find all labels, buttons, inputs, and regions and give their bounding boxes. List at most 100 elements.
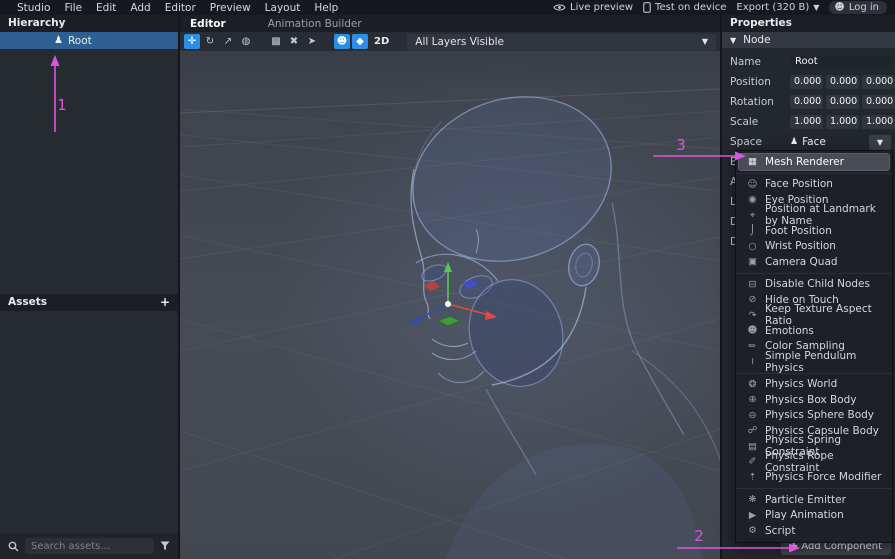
number-field[interactable]: 1.000	[790, 115, 823, 129]
person-icon: ☻	[834, 2, 845, 13]
pendulum-icon: ≀	[750, 356, 755, 368]
filter-funnel-icon[interactable]	[160, 541, 170, 551]
add-asset-button[interactable]: +	[160, 294, 170, 311]
menu-preview[interactable]: Preview	[203, 2, 258, 14]
menu-add[interactable]: Add	[123, 2, 157, 14]
rotation-label: Rotation	[730, 96, 774, 108]
login-button[interactable]: ☻ Log in	[829, 1, 887, 14]
live-preview-button[interactable]: Live preview	[553, 2, 633, 13]
collapse-icon[interactable]: ✖	[286, 34, 302, 49]
left-panel: Hierarchy ♟ Root Assets +	[0, 15, 178, 559]
phone-icon	[643, 2, 651, 13]
search-input[interactable]	[31, 540, 148, 552]
menu-file[interactable]: File	[57, 2, 89, 14]
gizmo-space-icon[interactable]: ◆	[352, 34, 368, 49]
tab-animation-builder[interactable]: Animation Builder	[258, 18, 372, 30]
test-on-device-label: Test on device	[655, 2, 727, 13]
menu-item-label: Particle Emitter	[765, 493, 846, 506]
component-menu-group: ❋ Particle Emitter ▶ Play Animation ⚙ Script	[736, 488, 892, 539]
scale-row: Scale 1.000 1.000 1.000	[722, 112, 895, 132]
menu-item-play-animation[interactable]: ▶ Play Animation	[739, 508, 889, 524]
mode-2d-button[interactable]: 2D	[370, 34, 393, 49]
space-value[interactable]: ♟ Face	[790, 136, 866, 148]
hierarchy-tree: ♟ Root	[0, 32, 178, 294]
test-on-device-button[interactable]: Test on device	[643, 2, 726, 13]
node-section-header[interactable]: ▼ Node	[722, 32, 895, 48]
gizmo-center-handle[interactable]	[445, 301, 451, 307]
viewport-3d[interactable]	[180, 51, 720, 559]
navigate-icon[interactable]: ➤	[304, 34, 320, 49]
name-input[interactable]: Root	[790, 55, 891, 69]
number-field[interactable]: 0.000	[826, 75, 859, 89]
menu-item-physics-force-modifier[interactable]: ⇡ Physics Force Modifier	[739, 470, 889, 486]
menu-edit[interactable]: Edit	[89, 2, 123, 14]
menu-item-position-at-landmark-by-name[interactable]: ⌖ Position at Landmark by Name	[739, 203, 889, 227]
menu-item-physics-rope-constraint[interactable]: ✐ Physics Rope Constraint	[739, 450, 889, 474]
component-menu-group: ❂ Physics World ⊕ Physics Box Body ⊖ Physics …	[736, 372, 892, 486]
hierarchy-node-label: Root	[67, 34, 92, 47]
grid-snap-icon[interactable]: ▩	[268, 34, 284, 49]
menu-item-mesh-renderer[interactable]: ▦ Mesh Renderer	[738, 153, 890, 171]
foot-position-icon: ⌡	[750, 225, 755, 237]
export-button[interactable]: Export (320 B) ▼	[736, 2, 819, 13]
number-field[interactable]: 1.000	[826, 115, 859, 129]
menu-item-label: Face Position	[765, 178, 833, 191]
number-field[interactable]: 0.000	[826, 95, 859, 109]
hierarchy-node-root[interactable]: ♟ Root	[0, 32, 178, 49]
menu-item-label: Position at Landmark by Name	[765, 203, 876, 228]
eye-icon	[553, 4, 566, 11]
number-field[interactable]: 0.000	[862, 95, 895, 109]
space-value-label: Face	[802, 136, 826, 148]
menu-item-physics-world[interactable]: ❂ Physics World	[739, 377, 889, 393]
script-icon: ⚙	[748, 525, 757, 537]
add-component-label: Add Component	[801, 541, 882, 552]
menu-item-camera-quad[interactable]: ▣ Camera Quad	[739, 254, 889, 270]
menu-editor[interactable]: Editor	[158, 2, 203, 14]
number-field[interactable]: 1.000	[862, 115, 895, 129]
wireframe-head-model	[275, 56, 720, 559]
collapse-caret-icon: ▼	[730, 35, 737, 45]
editor-panel: Editor Animation Builder ✛ ↻ ↗ ◍ ▩ ✖ ➤ ☻ ◆ 2D All …	[180, 15, 720, 559]
move-tool-icon[interactable]: ✛	[184, 34, 200, 49]
rotation-fields: 0.000 0.000 0.000	[790, 95, 895, 109]
hierarchy-header: Hierarchy	[0, 15, 178, 32]
menu-item-keep-texture-aspect-ratio[interactable]: ↷ Keep Texture Aspect Ratio	[739, 303, 889, 327]
rotate-tool-icon[interactable]: ↻	[202, 34, 218, 49]
number-field[interactable]: 0.000	[790, 95, 823, 109]
menubar-items: Studio File Edit Add Editor Preview Layout Help	[0, 2, 345, 14]
globe-tool-icon[interactable]: ◍	[238, 34, 254, 49]
menu-item-disable-child-nodes[interactable]: ⊟ Disable Child Nodes	[739, 277, 889, 293]
menu-layout[interactable]: Layout	[258, 2, 308, 14]
editor-tabs: Editor Animation Builder	[180, 15, 720, 32]
menu-item-wrist-position[interactable]: ○ Wrist Position	[739, 239, 889, 255]
layers-visibility-dropdown[interactable]: All Layers Visible ▼	[407, 33, 716, 50]
face-position-icon: ☺	[747, 178, 758, 190]
chevron-down-icon: ▼	[813, 3, 820, 12]
space-dropdown-button[interactable]: ▼	[869, 134, 891, 150]
name-label: Name	[730, 56, 761, 68]
face-view-icon[interactable]: ☻	[334, 34, 350, 49]
physics-world-icon: ❂	[748, 378, 757, 390]
number-field[interactable]: 0.000	[790, 75, 823, 89]
toolbar-group: ▩ ✖ ➤	[268, 34, 320, 49]
menu-item-physics-sphere-body[interactable]: ⊖ Physics Sphere Body	[739, 408, 889, 424]
menu-item-physics-box-body[interactable]: ⊕ Physics Box Body	[739, 392, 889, 408]
menu-item-script[interactable]: ⚙ Script	[739, 523, 889, 539]
emotions-icon: ☻	[747, 325, 758, 337]
menu-studio[interactable]: Studio	[10, 2, 57, 14]
scale-tool-icon[interactable]: ↗	[220, 34, 236, 49]
color-sampling-icon: ✏	[748, 340, 757, 352]
disable-child-nodes-icon: ⊟	[748, 278, 757, 290]
number-field[interactable]: 0.000	[862, 75, 895, 89]
tab-editor[interactable]: Editor	[180, 18, 236, 30]
menu-item-label: Play Animation	[765, 509, 844, 522]
menu-item-face-position[interactable]: ☺ Face Position	[739, 177, 889, 193]
menu-item-label: Physics World	[765, 378, 838, 391]
menu-help[interactable]: Help	[307, 2, 345, 14]
physics-spring-icon: ▤	[748, 440, 757, 452]
menu-item-particle-emitter[interactable]: ❋ Particle Emitter	[739, 492, 889, 508]
node-section-title: Node	[743, 34, 771, 46]
menu-item-simple-pendulum-physics[interactable]: ≀ Simple Pendulum Physics	[739, 350, 889, 374]
menu-item-label: Mesh Renderer	[765, 155, 844, 168]
physics-rope-icon: ✐	[748, 456, 757, 468]
